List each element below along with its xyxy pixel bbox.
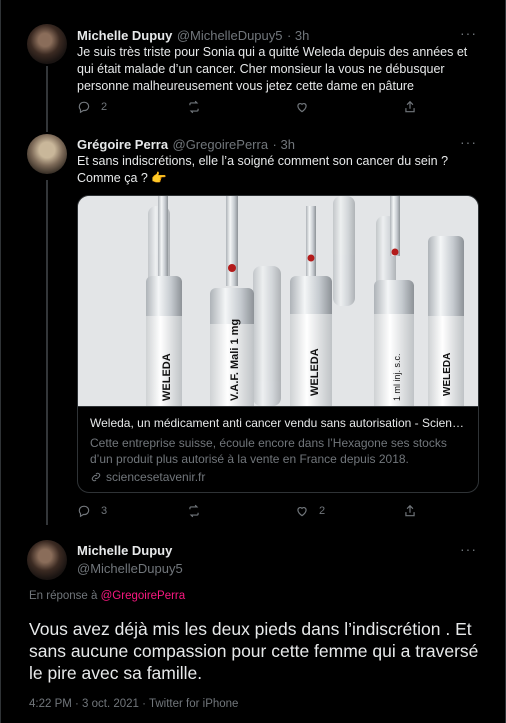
like-button[interactable]: 2 bbox=[295, 504, 403, 518]
author-name[interactable]: Michelle Dupuy bbox=[77, 28, 172, 43]
ampoule-label: V.A.F. Mali 1 mg bbox=[229, 319, 241, 401]
tweet-header: Grégoire Perra @GregoirePerra · 3h bbox=[77, 136, 295, 154]
reply-button[interactable]: 3 bbox=[77, 504, 187, 518]
tweet-time[interactable]: · 3h bbox=[273, 137, 295, 152]
ampoule-label: 1 ml inj. s.c. bbox=[392, 353, 402, 401]
tweet-text: Vous avez déjà mis les deux pieds dans l… bbox=[29, 619, 479, 683]
ampoule-label: WELEDA bbox=[442, 353, 453, 396]
reply-icon bbox=[78, 101, 90, 114]
card-domain: sciencesetavenir.fr bbox=[106, 470, 206, 484]
share-button[interactable] bbox=[403, 504, 417, 518]
reply-icon bbox=[78, 505, 90, 518]
thread-line bbox=[46, 66, 48, 132]
author-handle[interactable]: @GregoirePerra bbox=[173, 137, 269, 152]
link-card[interactable]: WELEDA V.A.F. Mali 1 mg WELEDA 1 ml inj.… bbox=[77, 195, 479, 493]
link-icon bbox=[91, 472, 101, 482]
reply-button[interactable]: 2 bbox=[77, 100, 187, 114]
retweet-button[interactable] bbox=[187, 100, 295, 114]
like-button[interactable] bbox=[295, 100, 403, 114]
like-icon bbox=[297, 103, 307, 113]
avatar[interactable] bbox=[27, 134, 67, 174]
tweet-timestamp[interactable]: 4:22 PM · 3 oct. 2021 · Twitter for iPho… bbox=[29, 698, 238, 710]
like-icon bbox=[297, 507, 307, 517]
tweet-actions: 2 bbox=[77, 100, 417, 114]
reply-context: En réponse à @GregoirePerra bbox=[29, 590, 185, 602]
ampoule-label: WELEDA bbox=[309, 348, 321, 396]
author-name[interactable]: Michelle Dupuy bbox=[77, 543, 183, 558]
share-button[interactable] bbox=[403, 100, 417, 114]
thread-line bbox=[46, 180, 48, 525]
more-icon[interactable]: ··· bbox=[460, 541, 477, 557]
card-title: Weleda, un médicament anti cancer vendu … bbox=[90, 416, 466, 430]
share-icon bbox=[405, 504, 415, 517]
tweet-header: Michelle Dupuy @MichelleDupuy5 bbox=[77, 543, 183, 576]
card-text: Weleda, un médicament anti cancer vendu … bbox=[78, 406, 478, 492]
retweet-icon bbox=[189, 504, 199, 518]
card-domain-row: sciencesetavenir.fr bbox=[90, 470, 466, 484]
reply-to-link[interactable]: @GregoirePerra bbox=[101, 590, 186, 602]
more-icon[interactable]: ··· bbox=[460, 25, 477, 41]
reply-count: 3 bbox=[101, 505, 108, 517]
ampoule-label: WELEDA bbox=[161, 353, 173, 401]
author-name[interactable]: Grégoire Perra bbox=[77, 137, 168, 152]
reply-count: 2 bbox=[101, 101, 108, 113]
tweet-text: Et sans indiscrétions, elle l’a soigné c… bbox=[77, 154, 449, 185]
avatar[interactable] bbox=[27, 540, 67, 580]
author-handle[interactable]: @MichelleDupuy5 bbox=[77, 561, 183, 576]
author-handle[interactable]: @MichelleDupuy5 bbox=[177, 28, 283, 43]
card-description: Cette entreprise suisse, écoule encore d… bbox=[90, 436, 447, 466]
tweet-time[interactable]: · 3h bbox=[287, 28, 309, 43]
reply-prefix: En réponse à bbox=[29, 590, 98, 602]
retweet-icon bbox=[189, 100, 199, 114]
share-icon bbox=[405, 100, 415, 113]
tweet-header: Michelle Dupuy @MichelleDupuy5 · 3h bbox=[77, 27, 309, 45]
ampoules-photo: WELEDA V.A.F. Mali 1 mg WELEDA 1 ml inj.… bbox=[78, 196, 478, 406]
tweet-actions: 3 2 bbox=[77, 504, 417, 518]
retweet-button[interactable] bbox=[187, 504, 295, 518]
card-image: WELEDA V.A.F. Mali 1 mg WELEDA 1 ml inj.… bbox=[78, 196, 478, 406]
more-icon[interactable]: ··· bbox=[460, 134, 477, 150]
avatar[interactable] bbox=[27, 24, 67, 64]
tweet-text: Je suis très triste pour Sonia qui a qui… bbox=[77, 45, 468, 93]
like-count: 2 bbox=[319, 505, 326, 517]
